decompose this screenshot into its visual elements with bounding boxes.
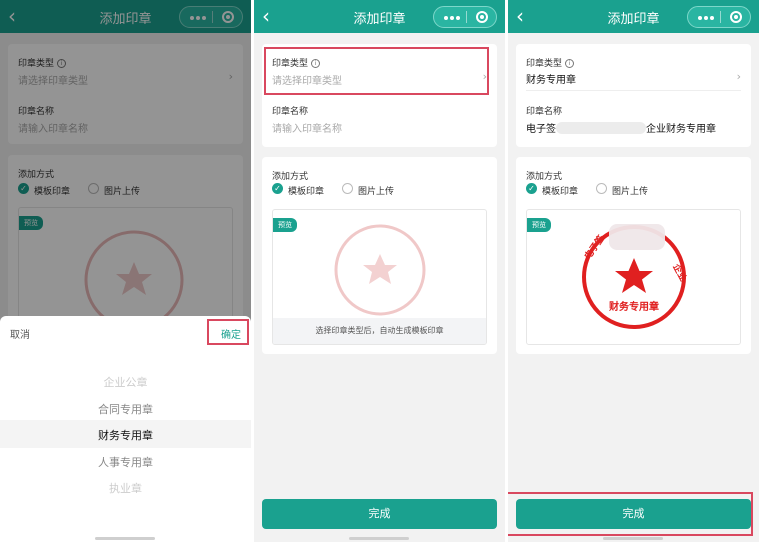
form-card: 印章类型 i 财务专用章 › 印章名称 电子签 企业财务专用章 — [516, 44, 751, 147]
done-button[interactable]: 完成 — [262, 499, 497, 529]
done-button[interactable]: 完成 — [516, 499, 751, 529]
confirm-button[interactable]: 确定 — [221, 326, 241, 341]
screen-picker: ‹ 添加印章 印章类型 i 请选择印章类型 › 印章名称 请输入印章名称 添加方式… — [0, 0, 251, 542]
seal-redaction — [609, 224, 665, 250]
check-icon[interactable]: ✓ — [526, 183, 537, 194]
home-indicator — [603, 537, 663, 540]
seal-ring-right: 企业 — [670, 261, 690, 283]
radio-icon[interactable] — [342, 183, 353, 194]
redacted-blur — [556, 122, 646, 134]
more-dots-icon[interactable] — [698, 16, 714, 20]
info-icon[interactable]: i — [311, 59, 321, 68]
option-template[interactable]: 模板印章 — [288, 184, 324, 197]
option-upload[interactable]: 图片上传 — [612, 184, 648, 197]
chevron-right-icon: › — [736, 70, 741, 83]
preview-box: 预览 选择印章类型后，自动生成模板印章 — [272, 209, 487, 345]
method-label: 添加方式 — [272, 172, 309, 182]
mini-program-capsule[interactable] — [433, 6, 497, 28]
method-label: 添加方式 — [526, 172, 563, 182]
type-label: 印章类型 — [526, 59, 563, 69]
check-icon[interactable]: ✓ — [272, 183, 283, 194]
cancel-button[interactable]: 取消 — [10, 326, 30, 341]
seal-placeholder-icon — [334, 224, 426, 316]
name-value-prefix: 电子签 — [526, 124, 556, 135]
method-card: 添加方式 ✓ 模板印章 图片上传 预览 选择印章类型后，自动生成模板印章 — [262, 157, 497, 354]
mini-program-capsule[interactable] — [687, 6, 751, 28]
picker-option[interactable]: 执业章 — [0, 480, 251, 496]
name-label: 印章名称 — [526, 107, 563, 117]
screen-filled-form: ‹ 添加印章 印章类型 i 财务专用章 › 印章名称 电子签 企业财务专用章 添加方… — [508, 0, 759, 542]
radio-icon[interactable] — [596, 183, 607, 194]
seal-bottom-text: 财务专用章 — [608, 300, 659, 313]
option-template[interactable]: 模板印章 — [542, 184, 578, 197]
picker-sheet: 取消 确定 企业公章 合同专用章 财务专用章 人事专用章 执业章 — [0, 316, 251, 542]
info-icon[interactable]: i — [565, 59, 575, 68]
target-close-icon[interactable] — [730, 11, 742, 23]
preview-box: 预览 电子签 企业 财务专用章 — [526, 209, 741, 345]
home-indicator — [349, 537, 409, 540]
nav-bar: ‹ 添加印章 — [508, 0, 759, 33]
name-value-suffix: 企业财务专用章 — [646, 124, 716, 135]
option-upload[interactable]: 图片上传 — [358, 184, 394, 197]
preview-hint: 选择印章类型后，自动生成模板印章 — [273, 318, 486, 344]
picker-option[interactable]: 人事专用章 — [0, 454, 251, 470]
method-card: 添加方式 ✓ 模板印章 图片上传 预览 电子签 企业 财务专用章 — [516, 157, 751, 354]
name-input[interactable]: 电子签 企业财务专用章 — [526, 120, 716, 135]
form-card: 印章类型 i 请选择印章类型 › 印章名称 请输入印章名称 — [262, 44, 497, 147]
screen-empty-form: ‹ 添加印章 印章类型 i 请选择印章类型 › 印章名称 请输入印章名称 添加方式… — [254, 0, 505, 542]
name-input[interactable]: 请输入印章名称 — [272, 120, 342, 135]
type-select[interactable]: 请选择印章类型 — [272, 72, 342, 87]
chevron-right-icon: › — [482, 70, 487, 83]
more-dots-icon[interactable] — [444, 16, 460, 20]
name-label: 印章名称 — [272, 107, 309, 117]
home-indicator — [95, 537, 155, 540]
nav-bar: ‹ 添加印章 — [254, 0, 505, 33]
picker-option[interactable]: 合同专用章 — [0, 401, 251, 417]
generated-seal-icon: 电子签 企业 财务专用章 — [582, 224, 690, 329]
type-select[interactable]: 财务专用章 — [526, 71, 576, 86]
picker-option-selected[interactable]: 财务专用章 — [0, 427, 251, 443]
type-label: 印章类型 — [272, 59, 309, 69]
target-close-icon[interactable] — [476, 11, 488, 23]
picker-option[interactable]: 企业公章 — [0, 374, 251, 390]
